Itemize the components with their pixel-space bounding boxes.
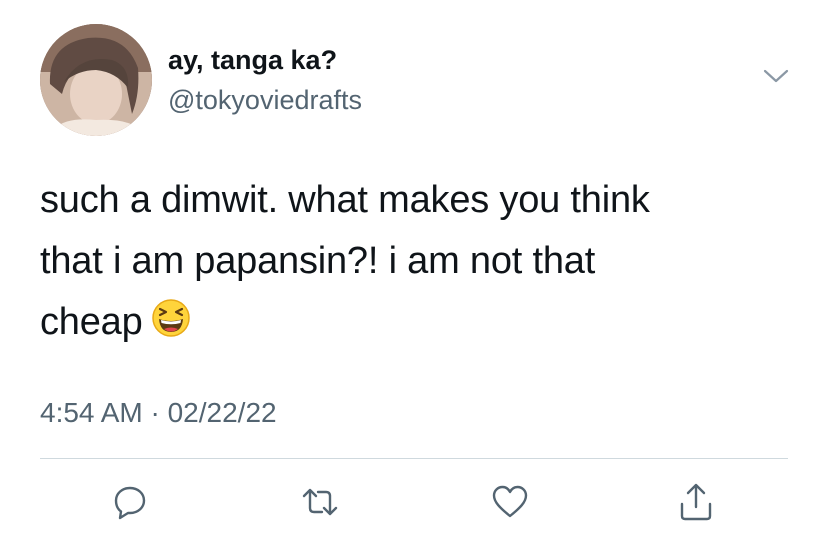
share-icon bbox=[680, 483, 712, 521]
tweet-text: such a dimwit. what makes you think that… bbox=[40, 170, 800, 353]
tweet-text-fragment: cheap bbox=[40, 301, 143, 343]
grinning-squinting-face-icon bbox=[151, 296, 191, 337]
author-name[interactable]: ay, tanga ka? bbox=[168, 44, 337, 76]
tweet-text-line: such a dimwit. what makes you think bbox=[40, 179, 650, 221]
avatar-photo-icon bbox=[40, 24, 152, 136]
reply-icon bbox=[114, 486, 146, 520]
author-handle[interactable]: @tokyoviedrafts bbox=[168, 84, 362, 116]
heart-icon bbox=[492, 485, 528, 518]
more-options-chevron-down-icon[interactable] bbox=[762, 66, 790, 86]
share-button[interactable] bbox=[676, 482, 716, 522]
retweet-button[interactable] bbox=[300, 482, 340, 522]
tweet-text-line: that i am papansin?! i am not that bbox=[40, 240, 596, 282]
like-button[interactable] bbox=[490, 482, 530, 522]
tweet-timestamp[interactable]: 4:54 AM · 02/22/22 bbox=[40, 396, 277, 430]
divider bbox=[40, 458, 788, 459]
author-avatar[interactable] bbox=[40, 24, 152, 136]
reply-button[interactable] bbox=[110, 482, 150, 522]
retweet-icon bbox=[302, 488, 338, 516]
tweet-card: ay, tanga ka? @tokyoviedrafts such a dim… bbox=[0, 0, 828, 547]
tweet-text-line: cheap bbox=[40, 292, 800, 353]
